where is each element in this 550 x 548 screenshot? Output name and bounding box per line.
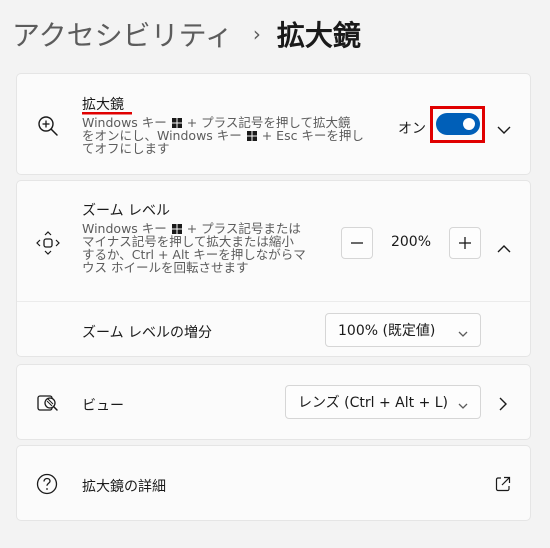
move-arrows-icon [36,231,60,255]
zoom-level-card: ズーム レベル Windows キー + プラス記号または マイナス記号を押して拡… [16,180,531,357]
breadcrumb: アクセシビリティ › 拡大鏡 [12,12,361,56]
breadcrumb-parent-link[interactable]: アクセシビリティ [12,14,233,54]
view-icon [37,392,59,414]
toggle-knob [463,118,475,130]
zoom-decrease-button[interactable] [341,227,373,259]
toggle-state-label: オン [398,121,426,137]
open-external-icon[interactable] [495,476,511,496]
chevron-down-icon[interactable] [497,120,511,139]
chevron-right-icon[interactable] [499,396,508,415]
view-card[interactable]: ビュー レンズ (Ctrl + Alt + L) [16,364,531,440]
page-title: 拡大鏡 [276,19,361,52]
magnifier-title: 拡大鏡 [82,97,124,113]
details-card[interactable]: 拡大鏡の詳細 [16,445,531,521]
zoom-increment-dropdown[interactable]: 100% (既定値) [325,313,481,347]
zoom-level-description: Windows キー + プラス記号または マイナス記号を押して拡大または縮小 する… [82,222,306,274]
view-dropdown[interactable]: レンズ (Ctrl + Alt + L) [285,385,481,419]
view-label: ビュー [82,398,124,414]
windows-key-icon [171,118,182,128]
zoom-in-icon [37,115,59,137]
zoom-increase-button[interactable] [449,227,481,259]
view-selected: レンズ (Ctrl + Alt + L) [298,395,449,411]
magnifier-line: てオフにします [82,141,170,156]
zoom-increment-selected: 100% (既定値) [338,323,436,339]
breadcrumb-separator: › [252,22,261,46]
magnifier-description: Windows キー + プラス記号を押して拡大鏡 をオンにし、Windows キ… [82,116,364,155]
magnifier-toggle[interactable] [436,113,480,135]
zoom-section-divider [17,301,530,302]
zoom-level-title: ズーム レベル [82,203,171,219]
zoom-increment-label: ズーム レベルの増分 [82,325,213,341]
chevron-up-icon[interactable] [497,238,511,257]
zoom-level-line: ウス ホイールを回転させます [82,260,249,275]
details-label: 拡大鏡の詳細 [82,479,166,495]
chevron-down-icon [458,398,468,414]
help-circle-icon [36,473,58,495]
windows-key-icon [171,224,182,234]
chevron-down-icon [458,326,468,342]
magnifier-card[interactable]: 拡大鏡 Windows キー + プラス記号を押して拡大鏡 をオンにし、Windo… [16,73,531,175]
zoom-level-value: 200% [390,234,432,250]
windows-key-icon [246,131,257,141]
